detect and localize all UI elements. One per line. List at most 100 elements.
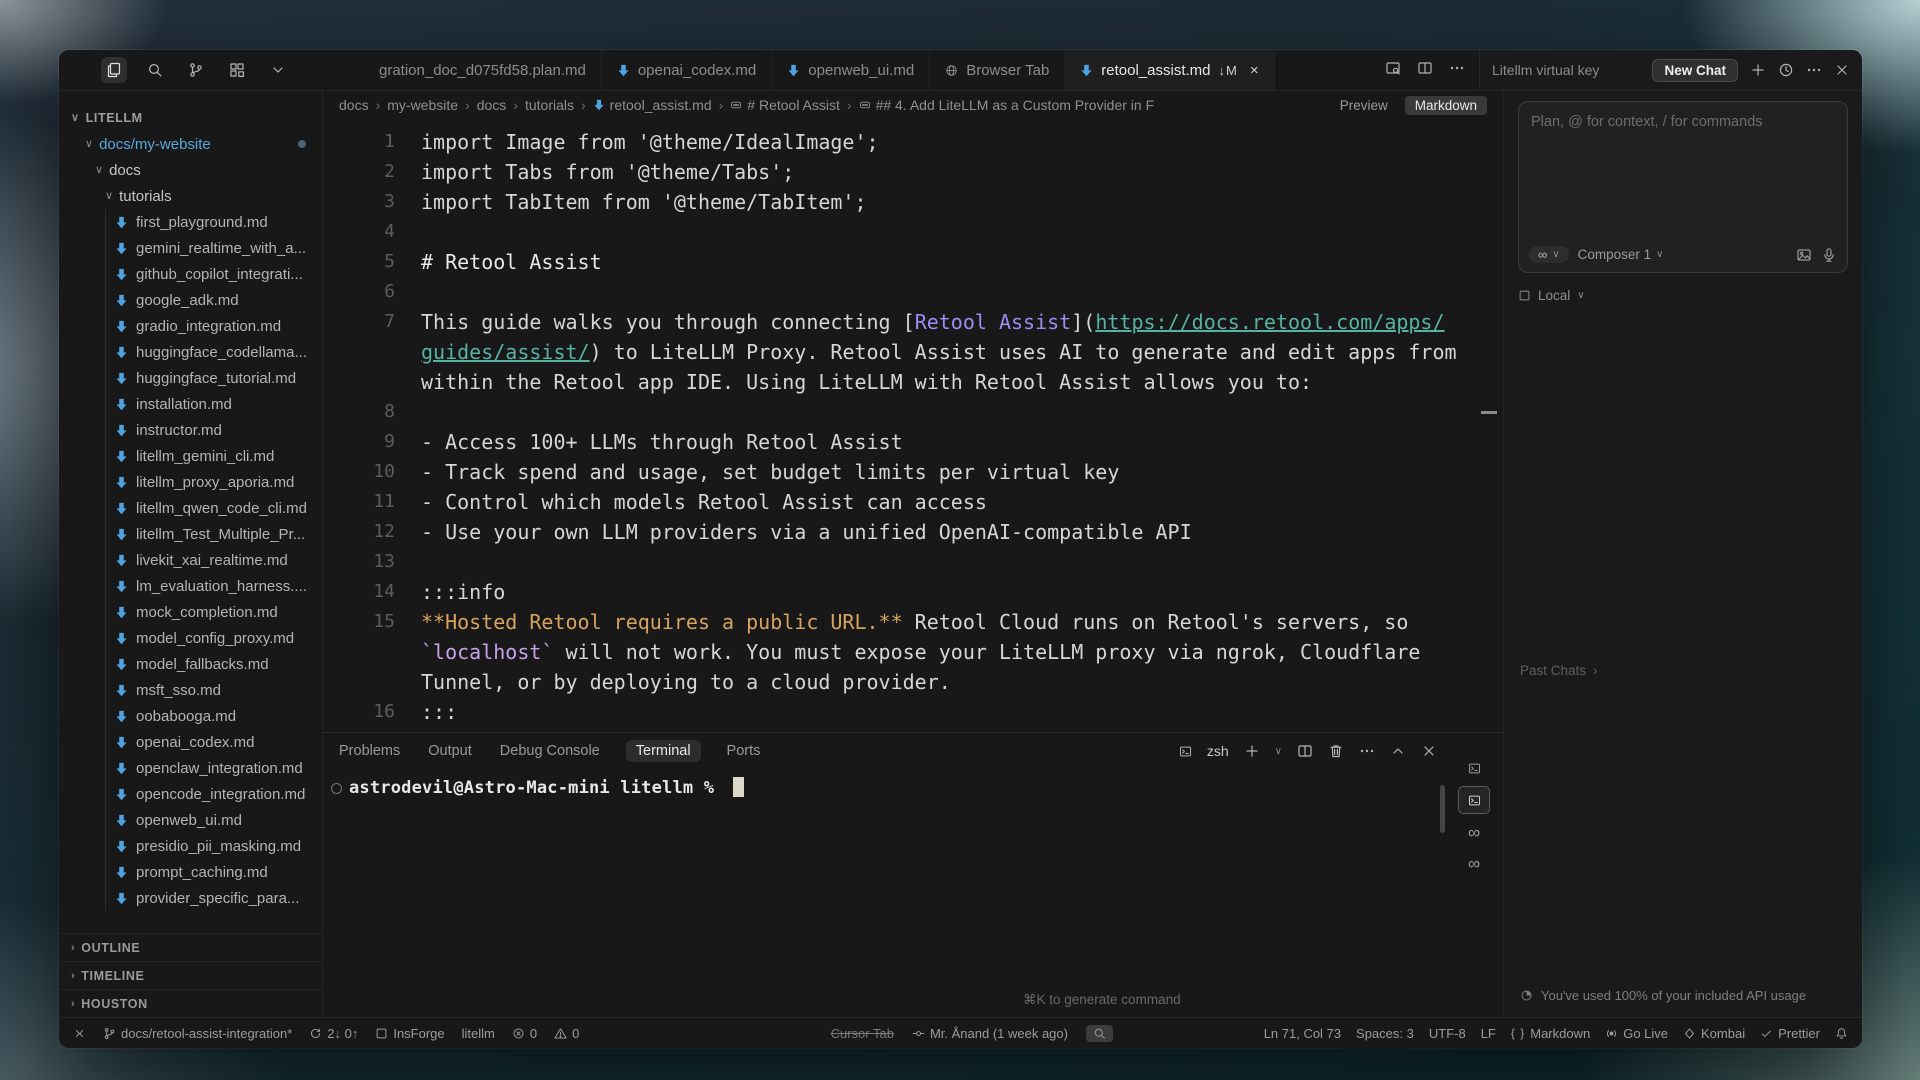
breadcrumb-item[interactable]: ## 4. Add LiteLLM as a Custom Provider i…	[859, 97, 1155, 113]
sidebar-file-instructor-md[interactable]: instructor.md	[59, 417, 322, 443]
sidebar-section-outline[interactable]: ›OUTLINE	[59, 933, 322, 961]
activity-extensions-button[interactable]	[224, 57, 250, 83]
panel-tab-output[interactable]: Output	[426, 740, 474, 762]
sidebar-file-model-fallbacks-md[interactable]: model_fallbacks.md	[59, 651, 322, 677]
voice-input-button[interactable]	[1821, 247, 1837, 263]
sidebar-file-installation-md[interactable]: installation.md	[59, 391, 322, 417]
sidebar-file-mock-completion-md[interactable]: mock_completion.md	[59, 599, 322, 625]
sidebar-file-msft-sso-md[interactable]: msft_sso.md	[59, 677, 322, 703]
sidebar-file-model-config-proxy-md[interactable]: model_config_proxy.md	[59, 625, 322, 651]
status-item-kombai[interactable]: Kombai	[1683, 1026, 1745, 1041]
sidebar-file-gradio-integration-md[interactable]: gradio_integration.md	[59, 313, 322, 339]
sidebar-file-github-copilot-integrati-[interactable]: github_copilot_integrati...	[59, 261, 322, 287]
sidebar-section-houston[interactable]: ›HOUSTON	[59, 989, 322, 1017]
past-chats-label[interactable]: Past Chats ›	[1520, 663, 1598, 678]
sidebar-file-huggingface-codellama-[interactable]: huggingface_codellama...	[59, 339, 322, 365]
editor-tab-openweb-ui-md[interactable]: openweb_ui.md	[772, 50, 930, 90]
preview-button[interactable]: Preview	[1340, 98, 1388, 113]
sidebar-file-litellm-gemini-cli-md[interactable]: litellm_gemini_cli.md	[59, 443, 322, 469]
activity-source-control-button[interactable]	[183, 57, 209, 83]
activity-files-button[interactable]	[101, 57, 127, 83]
sidebar-file-litellm-qwen-code-cli-md[interactable]: litellm_qwen_code_cli.md	[59, 495, 322, 521]
sidebar-file-openai-codex-md[interactable]: openai_codex.md	[59, 729, 322, 755]
close-panel-button[interactable]	[1421, 743, 1437, 759]
context-selector[interactable]: Local ∨	[1518, 288, 1848, 303]
terminal-instance-3[interactable]: ∞	[1459, 819, 1489, 845]
panel-tab-ports[interactable]: Ports	[725, 740, 763, 762]
sidebar-item-workspace[interactable]: ∨ docs/my-website	[59, 131, 322, 157]
status-item-utf-8[interactable]: UTF-8	[1429, 1026, 1466, 1041]
sidebar-section-timeline[interactable]: ›TIMELINE	[59, 961, 322, 989]
chat-input-box[interactable]: Plan, @ for context, / for commands ∞ ∨ …	[1518, 101, 1848, 273]
status-item-2-0-[interactable]: 2↓ 0↑	[309, 1026, 358, 1041]
sidebar-file-prompt-caching-md[interactable]: prompt_caching.md	[59, 859, 322, 885]
status-item-markdown[interactable]: { }Markdown	[1511, 1026, 1590, 1041]
split-terminal-button[interactable]	[1297, 743, 1313, 759]
panel-tab-problems[interactable]: Problems	[337, 740, 402, 762]
new-chat-tab[interactable]: New Chat	[1652, 59, 1738, 82]
sidebar-file-openweb-ui-md[interactable]: openweb_ui.md	[59, 807, 322, 833]
activity-search-button[interactable]	[142, 57, 168, 83]
close-icon[interactable]: ×	[1250, 62, 1259, 79]
sidebar-file-openclaw-integration-md[interactable]: openclaw_integration.md	[59, 755, 322, 781]
chevron-down-icon[interactable]: ∨	[1275, 746, 1282, 757]
status-item-lf[interactable]: LF	[1481, 1026, 1496, 1041]
attach-image-button[interactable]	[1796, 247, 1812, 263]
editor-tab-browser-tab[interactable]: Browser Tab	[930, 50, 1065, 90]
editor-tab-gration-doc-d075fd58-plan-md[interactable]: gration_doc_d075fd58.plan.md	[364, 50, 602, 90]
sidebar-file-opencode-integration-md[interactable]: opencode_integration.md	[59, 781, 322, 807]
breadcrumb-item[interactable]: my-website	[387, 97, 458, 113]
breadcrumb-item[interactable]: docs	[339, 97, 369, 113]
activity-chevron-down-button[interactable]	[265, 57, 291, 83]
status-item-cursor-tab[interactable]: Cursor Tab	[831, 1026, 894, 1041]
breadcrumb-item[interactable]: tutorials	[525, 97, 574, 113]
chat-more-button[interactable]	[1806, 62, 1822, 78]
sidebar-item-tutorials-folder[interactable]: ∨ tutorials	[59, 183, 322, 209]
terminal-output[interactable]: astrodevil@Astro-Mac-mini litellm % ⌘K t…	[323, 769, 1503, 1017]
code-editor[interactable]: 1import Image from '@theme/IdealImage';2…	[323, 119, 1503, 732]
terminal-scrollbar[interactable]	[1440, 785, 1445, 833]
status-item-go-live[interactable]: Go Live	[1605, 1026, 1668, 1041]
breadcrumb-item[interactable]: retool_assist.md	[593, 97, 712, 113]
status-item-insforge[interactable]: InsForge	[375, 1026, 444, 1041]
sidebar-root-header[interactable]: ∨ LITELLM	[59, 105, 322, 131]
kill-terminal-button[interactable]	[1328, 743, 1344, 759]
sidebar-file-google-adk-md[interactable]: google_adk.md	[59, 287, 322, 313]
status-item-docs-retool-assist-integration-[interactable]: docs/retool-assist-integration*	[103, 1026, 292, 1041]
maximize-panel-button[interactable]	[1390, 743, 1406, 759]
breadcrumb-item[interactable]: # Retool Assist	[730, 97, 840, 113]
status-item-remote[interactable]	[73, 1027, 86, 1040]
sidebar-file-litellm-test-multiple-pr-[interactable]: litellm_Test_Multiple_Pr...	[59, 521, 322, 547]
agent-mode-selector[interactable]: ∞ ∨	[1529, 246, 1569, 263]
breadcrumb-item[interactable]: docs	[477, 97, 507, 113]
status-item-spaces-3[interactable]: Spaces: 3	[1356, 1026, 1414, 1041]
sidebar-file-first-playground-md[interactable]: first_playground.md	[59, 209, 322, 235]
chat-history-tab[interactable]: Litellm virtual key	[1492, 62, 1640, 78]
sidebar-file-provider-specific-para-[interactable]: provider_specific_para...	[59, 885, 322, 911]
status-item-bell[interactable]	[1835, 1027, 1848, 1040]
split-editor-button[interactable]	[1417, 60, 1433, 81]
sidebar-file-livekit-xai-realtime-md[interactable]: livekit_xai_realtime.md	[59, 547, 322, 573]
terminal-instance-4[interactable]: ∞	[1459, 850, 1489, 876]
status-item-mr-nand-1-week-ago-[interactable]: Mr. Ånand (1 week ago)	[912, 1026, 1068, 1041]
more-button[interactable]	[1449, 60, 1465, 81]
terminal-instance-1[interactable]	[1459, 755, 1489, 781]
add-chat-button[interactable]	[1750, 62, 1766, 78]
model-selector[interactable]: Composer 1 ∨	[1578, 247, 1664, 262]
sidebar-file-litellm-proxy-aporia-md[interactable]: litellm_proxy_aporia.md	[59, 469, 322, 495]
editor-tab-openai-codex-md[interactable]: openai_codex.md	[602, 50, 772, 90]
chat-history-button[interactable]	[1778, 62, 1794, 78]
markdown-mode-button[interactable]: Markdown	[1405, 96, 1487, 115]
sidebar-file-presidio-pii-masking-md[interactable]: presidio_pii_masking.md	[59, 833, 322, 859]
sidebar-file-lm-evaluation-harness-[interactable]: lm_evaluation_harness....	[59, 573, 322, 599]
panel-tab-terminal[interactable]: Terminal	[626, 740, 701, 762]
editor-tab-retool-assist-md[interactable]: retool_assist.md↓M×	[1065, 50, 1274, 90]
sidebar-file-gemini-realtime-with-a-[interactable]: gemini_realtime_with_a...	[59, 235, 322, 261]
status-item-prettier[interactable]: Prettier	[1760, 1026, 1820, 1041]
sidebar-file-huggingface-tutorial-md[interactable]: huggingface_tutorial.md	[59, 365, 322, 391]
chat-close-button[interactable]	[1834, 62, 1850, 78]
sidebar-item-docs-folder[interactable]: ∨ docs	[59, 157, 322, 183]
status-item-ln-71-col-73[interactable]: Ln 71, Col 73	[1264, 1026, 1341, 1041]
panel-more-button[interactable]	[1359, 743, 1375, 759]
shell-label[interactable]: zsh	[1207, 743, 1229, 759]
